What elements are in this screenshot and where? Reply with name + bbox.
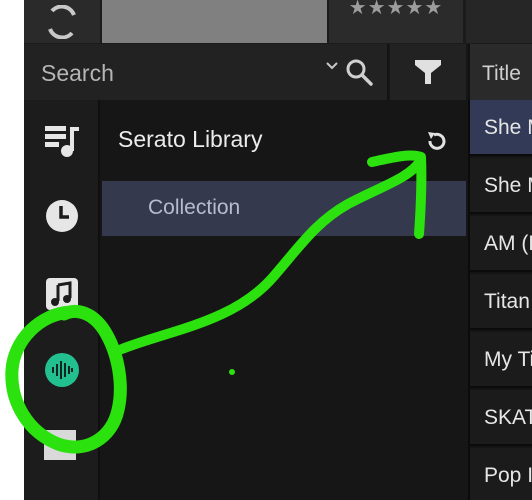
table-row[interactable]: She M (470, 158, 532, 214)
chevron-down-icon[interactable] (324, 58, 340, 74)
playlist-icon (45, 126, 79, 157)
filter-button[interactable] (390, 44, 466, 100)
music-note-icon (46, 278, 78, 310)
rating-stars[interactable]: ★★★★★ (329, 0, 463, 43)
table-row[interactable]: AM (D (470, 216, 532, 272)
sidebar (24, 100, 100, 500)
top-right-panel (466, 0, 532, 43)
table-row[interactable]: Pop I (470, 448, 532, 500)
track-list: She M She M AM (D Titan My Ti SKAT Pop I (468, 100, 532, 500)
sync-button[interactable] (24, 0, 100, 43)
title-column-label: Title (482, 62, 521, 85)
sidebar-item-playlists[interactable] (42, 120, 82, 160)
library-panel (102, 100, 466, 500)
history-clock-icon (46, 200, 78, 232)
sidebar-item-history[interactable] (42, 196, 82, 236)
refresh-icon[interactable] (424, 128, 450, 154)
library-title: Serato Library (118, 126, 263, 152)
table-row[interactable]: My Ti (470, 332, 532, 388)
sidebar-item-files[interactable] (42, 274, 82, 314)
sidebar-item-partial[interactable] (44, 430, 76, 460)
sync-icon (48, 4, 76, 39)
table-row[interactable]: Titan (470, 274, 532, 330)
table-row[interactable]: SKAT (470, 390, 532, 446)
spotify-waveform-icon (45, 353, 79, 387)
album-art (102, 0, 327, 43)
search-icon[interactable] (345, 58, 375, 88)
collection-label: Collection (148, 196, 241, 219)
serato-app: ★★★★★ Search Title Serato Library Collec… (24, 0, 532, 500)
table-row[interactable]: She M (470, 100, 532, 156)
filter-icon (415, 60, 441, 84)
search-input[interactable]: Search (41, 60, 114, 87)
sidebar-item-spotify[interactable] (42, 350, 82, 390)
